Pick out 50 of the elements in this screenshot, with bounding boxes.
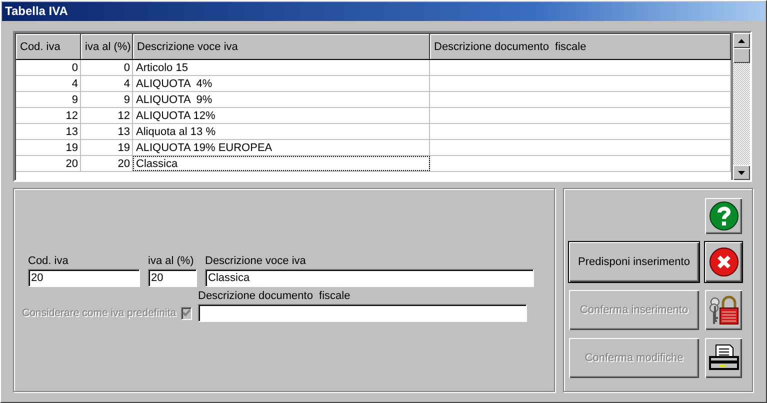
lock-button[interactable] [705, 290, 742, 330]
table-cell: 12 [81, 108, 133, 123]
table-cell[interactable]: ALIQUOTA 19% EUROPEA [133, 140, 430, 155]
table-cell: 0 [16, 60, 81, 75]
input-field[interactable]: Classica [205, 269, 534, 287]
window-title: Tabella IVA [5, 4, 68, 18]
table-cell: 9 [16, 92, 81, 107]
up-arrow-icon [738, 38, 745, 42]
table-cell: 20 [81, 156, 133, 171]
table-cell: 13 [81, 124, 133, 139]
table-cell: 9 [81, 92, 133, 107]
field-label: Cod. iva [28, 255, 70, 269]
table-cell[interactable]: Aliquota al 13 % [133, 124, 430, 139]
scroll-down-button[interactable] [733, 165, 750, 180]
print-button[interactable] [705, 338, 742, 378]
checkbox-label: Considerare come iva predefinita [22, 307, 176, 319]
field-label: Descrizione documento fiscale [198, 290, 352, 304]
table-cell[interactable]: ALIQUOTA 12% [133, 108, 430, 123]
table-cell[interactable]: Classica [133, 156, 430, 171]
table-cell: 20 [16, 156, 81, 171]
column-header[interactable]: Descrizione voce iva [133, 34, 430, 59]
table-cell: 13 [16, 124, 81, 139]
input-field[interactable] [198, 304, 527, 322]
help-button[interactable] [705, 198, 742, 234]
column-header[interactable]: iva al (%) [81, 34, 133, 59]
scrollbar-thumb[interactable] [733, 48, 750, 63]
column-header[interactable]: Cod. iva [16, 34, 81, 59]
printer-icon [708, 344, 740, 372]
close-icon [708, 247, 738, 277]
table-cell: 4 [81, 76, 133, 91]
table-cell[interactable]: Articolo 15 [133, 60, 430, 75]
input-field[interactable]: 20 [148, 269, 197, 287]
table-cell[interactable]: ALIQUOTA 9% [133, 92, 430, 107]
table-cell: 19 [16, 140, 81, 155]
column-header[interactable]: Descrizione documento fiscale [430, 34, 731, 59]
keys-padlock-icon [708, 294, 740, 326]
input-field[interactable]: 20 [28, 269, 140, 287]
action-button[interactable]: Predisponi inserimento [569, 242, 699, 282]
scroll-up-button[interactable] [733, 33, 750, 48]
down-arrow-icon [738, 170, 745, 174]
field-label: Descrizione voce iva [205, 255, 307, 269]
table-cell[interactable]: ALIQUOTA 4% [133, 76, 430, 91]
scrollbar-track[interactable] [731, 33, 750, 180]
table-cell: 0 [81, 60, 133, 75]
table-cell: 19 [81, 140, 133, 155]
table-cell: 4 [16, 76, 81, 91]
help-icon [708, 201, 738, 231]
cancel-button[interactable] [705, 242, 742, 282]
field-label: iva al (%) [148, 255, 195, 269]
table-cell: 12 [16, 108, 81, 123]
